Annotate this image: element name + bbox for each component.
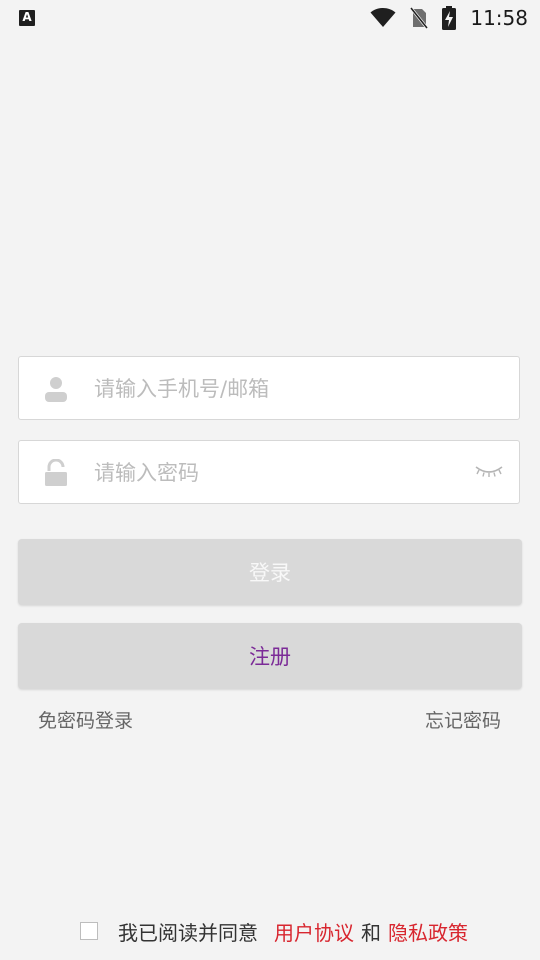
agreement-conjunction: 和 [361, 920, 381, 945]
account-field[interactable] [18, 356, 520, 421]
agreement-prefix: 我已阅读并同意 [118, 920, 258, 945]
forgot-password-link[interactable]: 忘记密码 [425, 706, 501, 733]
agreement-checkbox[interactable] [80, 922, 98, 940]
lock-icon [45, 459, 67, 486]
keyboard-icon-label: A [22, 10, 32, 24]
user-agreement-link[interactable]: 用户协议 [274, 917, 354, 946]
clock-time: 11:58 [470, 6, 528, 30]
battery-charging-icon [442, 6, 457, 30]
privacy-policy-link[interactable]: 隐私政策 [388, 917, 468, 946]
no-sim-icon [410, 7, 429, 29]
agreement-row: 我已阅读并同意 用户协议 和 隐私政策 [80, 916, 468, 946]
user-icon [45, 377, 67, 402]
wifi-icon [370, 8, 396, 27]
status-bar: A 11:58 [0, 0, 540, 36]
account-input[interactable] [92, 357, 476, 421]
eye-closed-icon[interactable] [475, 463, 503, 481]
password-input[interactable] [92, 441, 476, 505]
login-button[interactable]: 登录 [18, 539, 522, 605]
password-field[interactable] [18, 440, 520, 505]
status-icons: 11:58 [370, 6, 528, 30]
keyboard-icon: A [19, 10, 35, 26]
register-button[interactable]: 注册 [18, 623, 522, 689]
passwordless-login-link[interactable]: 免密码登录 [38, 706, 133, 733]
